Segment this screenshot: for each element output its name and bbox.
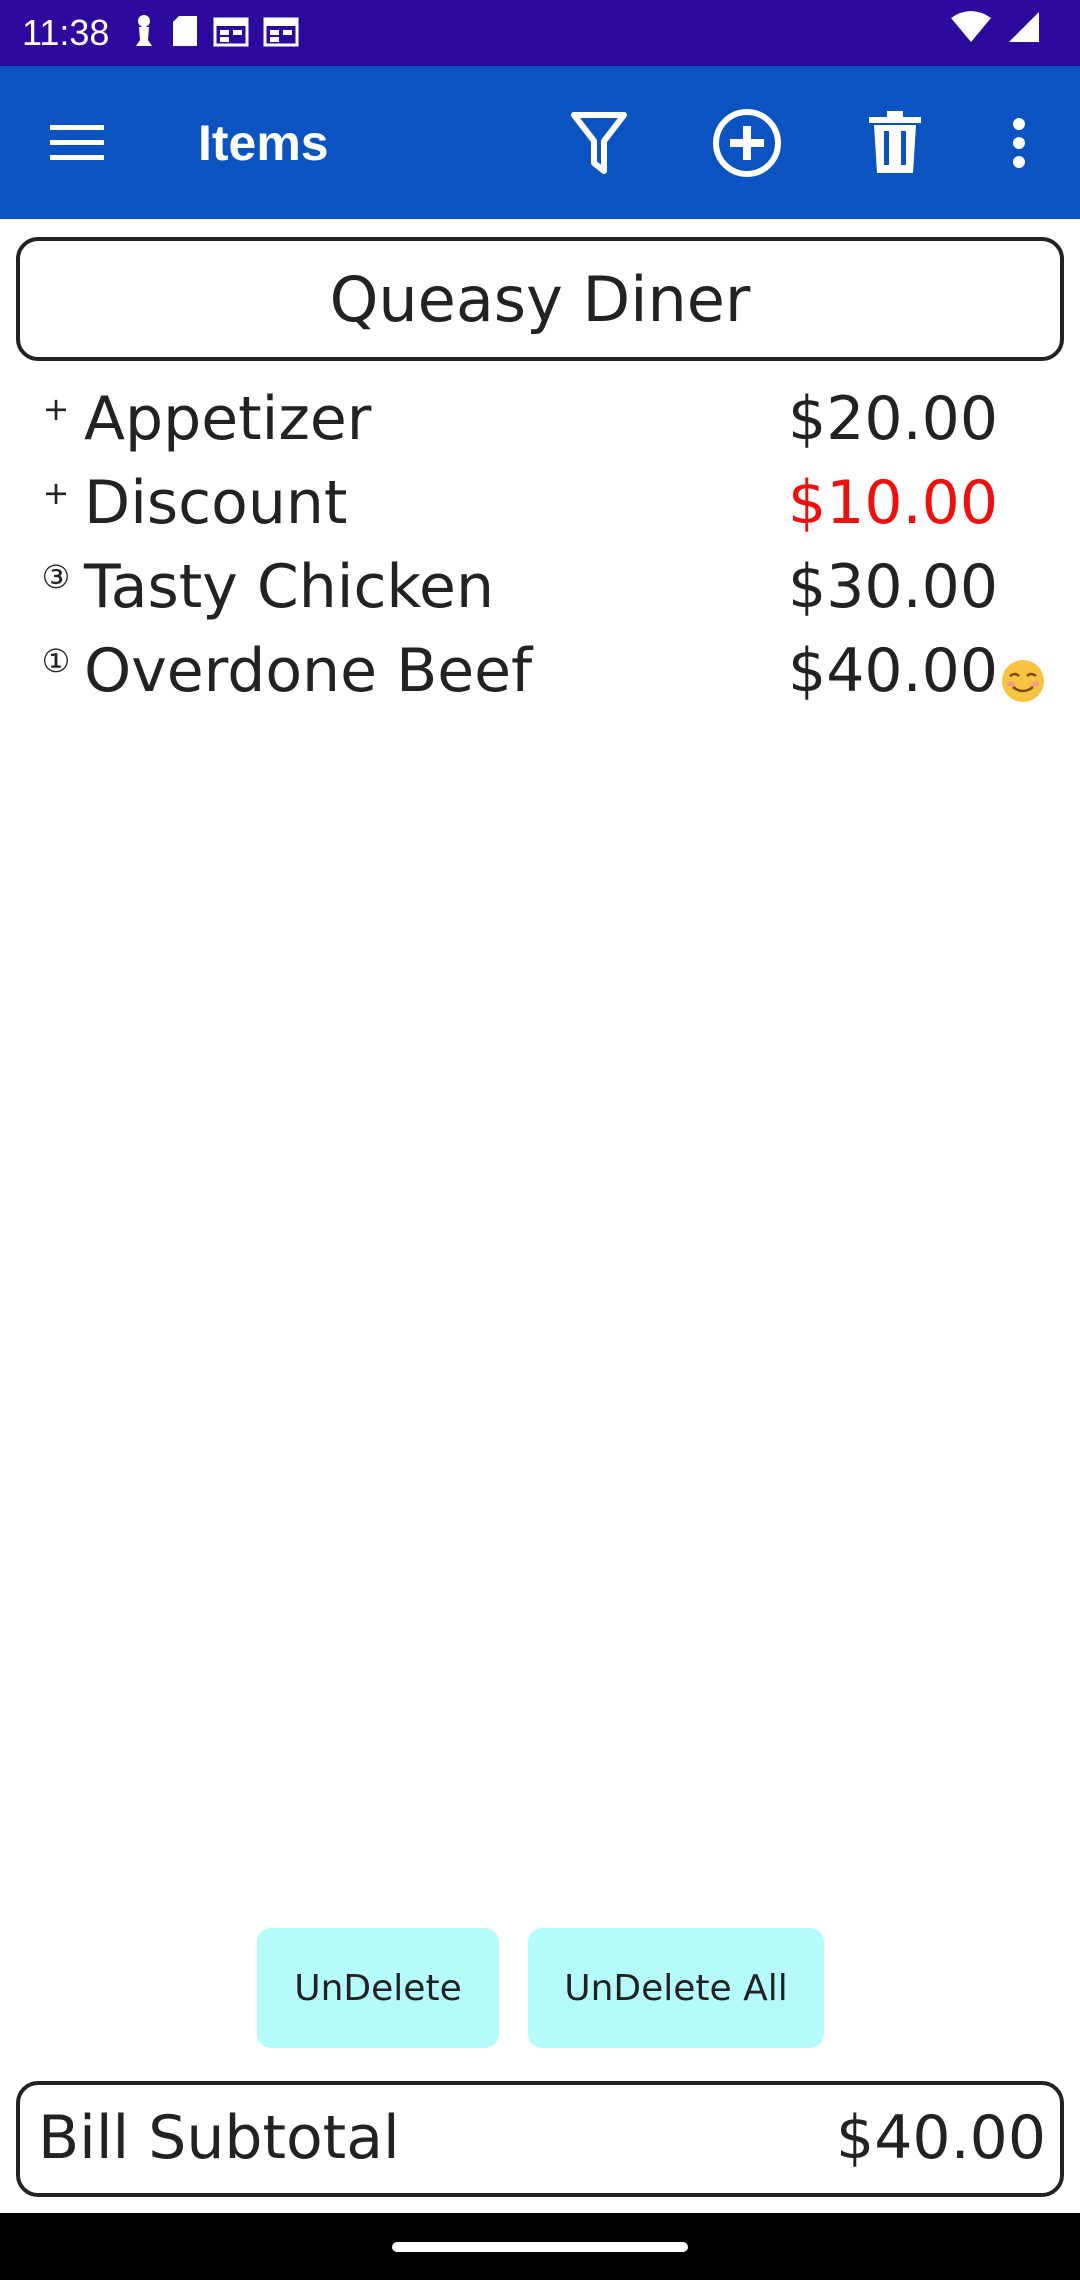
item-price: $40.00 <box>788 636 998 706</box>
status-bar: 11:38 <box>0 0 1080 66</box>
sd-card-icon <box>171 14 199 52</box>
more-vert-icon[interactable] <box>974 98 1064 188</box>
chess-pawn-icon <box>131 14 157 52</box>
subtotal-label: Bill Subtotal <box>38 2103 400 2173</box>
items-list: + Appetizer $20.00 + Discount $10.00 ③ T… <box>0 376 1080 712</box>
undelete-all-button[interactable]: UnDelete All <box>528 1928 824 2048</box>
item-price: $20.00 <box>788 384 998 454</box>
undelete-all-button-label: UnDelete All <box>564 1967 788 2009</box>
add-circle-icon[interactable] <box>702 98 792 188</box>
item-marker: + <box>42 390 70 428</box>
item-marker: ① <box>41 642 71 680</box>
subtotal-value: $40.00 <box>836 2103 1046 2173</box>
screen: 11:38 Items Queasy Diner + Appetizer $20… <box>0 0 1080 2280</box>
item-name: Appetizer <box>84 384 372 454</box>
restaurant-name: Queasy Diner <box>329 262 751 336</box>
item-price: $30.00 <box>788 552 998 622</box>
restaurant-name-box[interactable]: Queasy Diner <box>16 237 1064 361</box>
subtotal-box: Bill Subtotal $40.00 <box>16 2081 1064 2197</box>
signal-icon <box>1006 10 1040 48</box>
calendar-icon <box>263 15 299 51</box>
status-right <box>950 10 1040 48</box>
navigation-bar <box>0 2213 1080 2280</box>
filter-icon[interactable] <box>554 98 644 188</box>
delete-icon[interactable] <box>850 98 940 188</box>
item-name: Overdone Beef <box>84 636 533 706</box>
list-item[interactable]: + Discount $10.00 <box>0 460 1080 544</box>
item-marker: ③ <box>41 558 71 596</box>
home-gesture-handle[interactable] <box>392 2242 688 2252</box>
status-icons <box>131 14 299 52</box>
wifi-icon <box>950 10 992 48</box>
list-item[interactable]: ③ Tasty Chicken $30.00 <box>0 544 1080 628</box>
page-title: Items <box>198 115 329 171</box>
item-name: Tasty Chicken <box>84 552 494 622</box>
calendar-icon <box>213 15 249 51</box>
list-item[interactable]: ① Overdone Beef $40.00 <box>0 628 1080 712</box>
smiling-face-icon <box>1000 658 1046 704</box>
item-marker: + <box>42 474 70 512</box>
list-item[interactable]: + Appetizer $20.00 <box>0 376 1080 460</box>
undelete-button[interactable]: UnDelete <box>257 1928 499 2048</box>
app-bar: Items <box>0 66 1080 219</box>
menu-icon[interactable] <box>32 98 122 188</box>
item-price: $10.00 <box>788 468 998 538</box>
undelete-button-label: UnDelete <box>294 1967 462 2009</box>
status-time: 11:38 <box>22 12 110 53</box>
item-name: Discount <box>84 468 348 538</box>
